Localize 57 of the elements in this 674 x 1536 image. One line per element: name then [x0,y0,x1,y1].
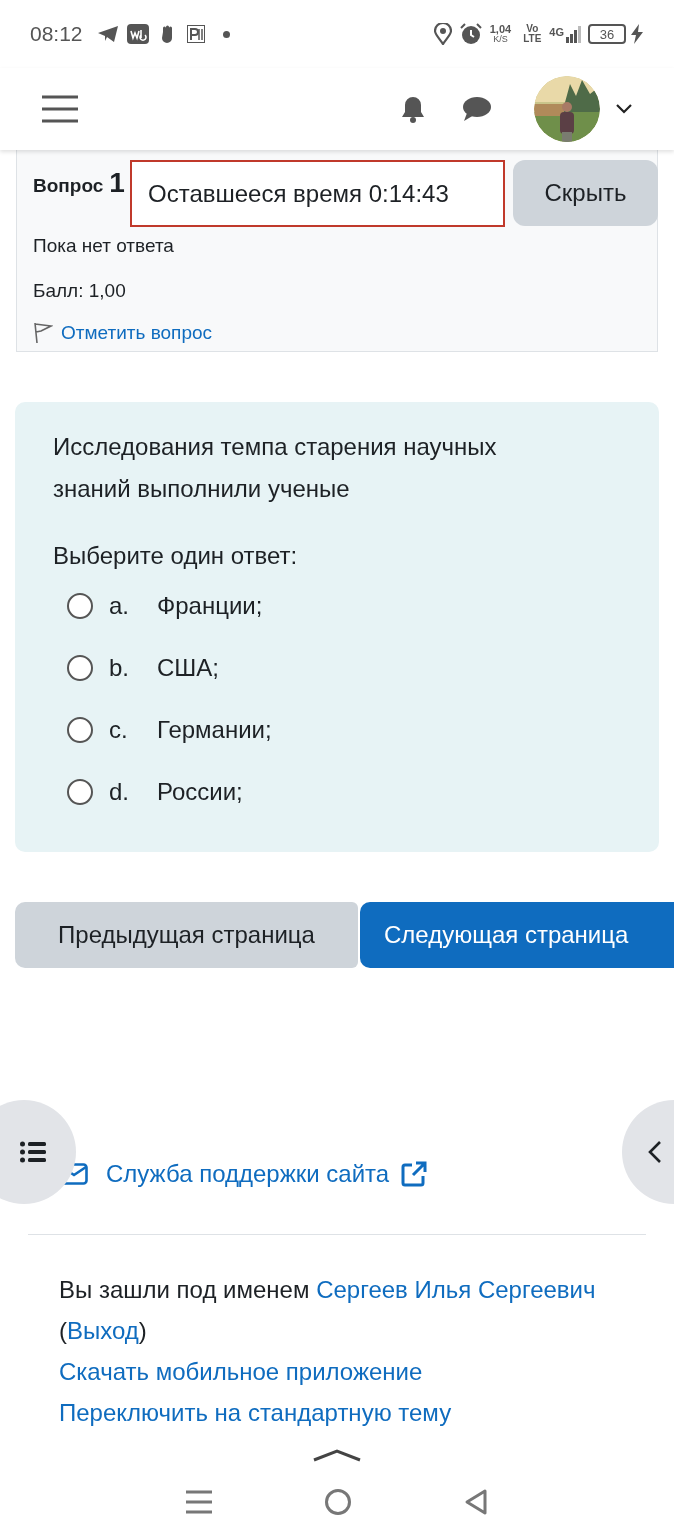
answer-status: Пока нет ответа [33,234,175,258]
swipe-up-icon[interactable] [312,1448,362,1462]
app-badge-icon [126,24,149,44]
hide-button[interactable]: Скрыть [513,160,658,226]
radio-button[interactable] [67,655,93,681]
timer-box: Оставшееся время 0:14:43 [130,160,505,227]
option-text[interactable]: России; [157,774,243,810]
network-speed: 1,04 [489,24,512,34]
flag-icon [33,322,53,345]
charging-bolt-icon [630,24,644,44]
list-icon [20,1141,46,1163]
volte-label: Vo [526,24,539,34]
theme-switch-link[interactable]: Переключить на стандартную тему [59,1392,452,1433]
user-name-link[interactable]: Сергеев Илья Сергеевич [316,1276,596,1303]
radio-button[interactable] [67,717,93,743]
question-text: Исследования темпа старения научных знаний выполнили ученые [53,432,498,504]
alarm-clock-icon [459,23,482,45]
chevron-left-icon [648,1140,662,1164]
volte-label: LTE [523,34,542,44]
radio-button[interactable] [67,593,93,619]
option-letter: a. [109,591,130,621]
bell-icon[interactable] [400,95,426,123]
question-label: Вопрос [33,174,104,198]
login-info: Вы зашли под именем Сергеев Илья Сергеевич (Выход) [59,1275,597,1346]
external-link-icon [401,1161,428,1187]
option-letter: c. [109,715,129,745]
previous-page-button[interactable]: Предыдущая страница [15,902,358,968]
answer-prompt: Выберите один ответ: [53,541,299,571]
location-pin-icon [433,23,452,45]
grade-text: Балл: 1,00 [33,278,127,303]
chat-bubble-icon[interactable] [462,96,492,122]
course-index-button[interactable] [0,1100,76,1204]
clock-time: 08:12 [30,21,83,48]
parking-icon [186,25,205,43]
back-icon[interactable] [464,1488,488,1516]
network-type: 4G [549,25,564,40]
support-link[interactable]: Служба поддержки сайта [106,1156,390,1192]
next-page-button[interactable]: Следующая страница [360,902,674,968]
option-text[interactable]: Германии; [157,712,272,748]
chevron-down-icon[interactable] [616,104,632,114]
option-text[interactable]: США; [157,650,219,686]
question-number: 1 [109,166,125,200]
mobile-app-link[interactable]: Скачать мобильное приложение [59,1351,423,1392]
flag-question-link[interactable]: Отметить вопрос [61,319,213,348]
option-text[interactable]: Франции; [157,588,263,624]
paper-plane-icon [96,25,119,43]
option-letter: d. [109,777,130,807]
home-icon[interactable] [324,1488,352,1516]
radio-button[interactable] [67,779,93,805]
battery-indicator: 36 [588,24,626,44]
recent-apps-icon[interactable] [186,1490,212,1514]
speed-unit: K/S [493,34,508,44]
logout-link[interactable]: Выход [67,1317,139,1344]
option-letter: b. [109,653,130,683]
hand-icon [160,24,175,44]
signal-icon [566,25,582,43]
menu-icon[interactable] [42,95,78,123]
